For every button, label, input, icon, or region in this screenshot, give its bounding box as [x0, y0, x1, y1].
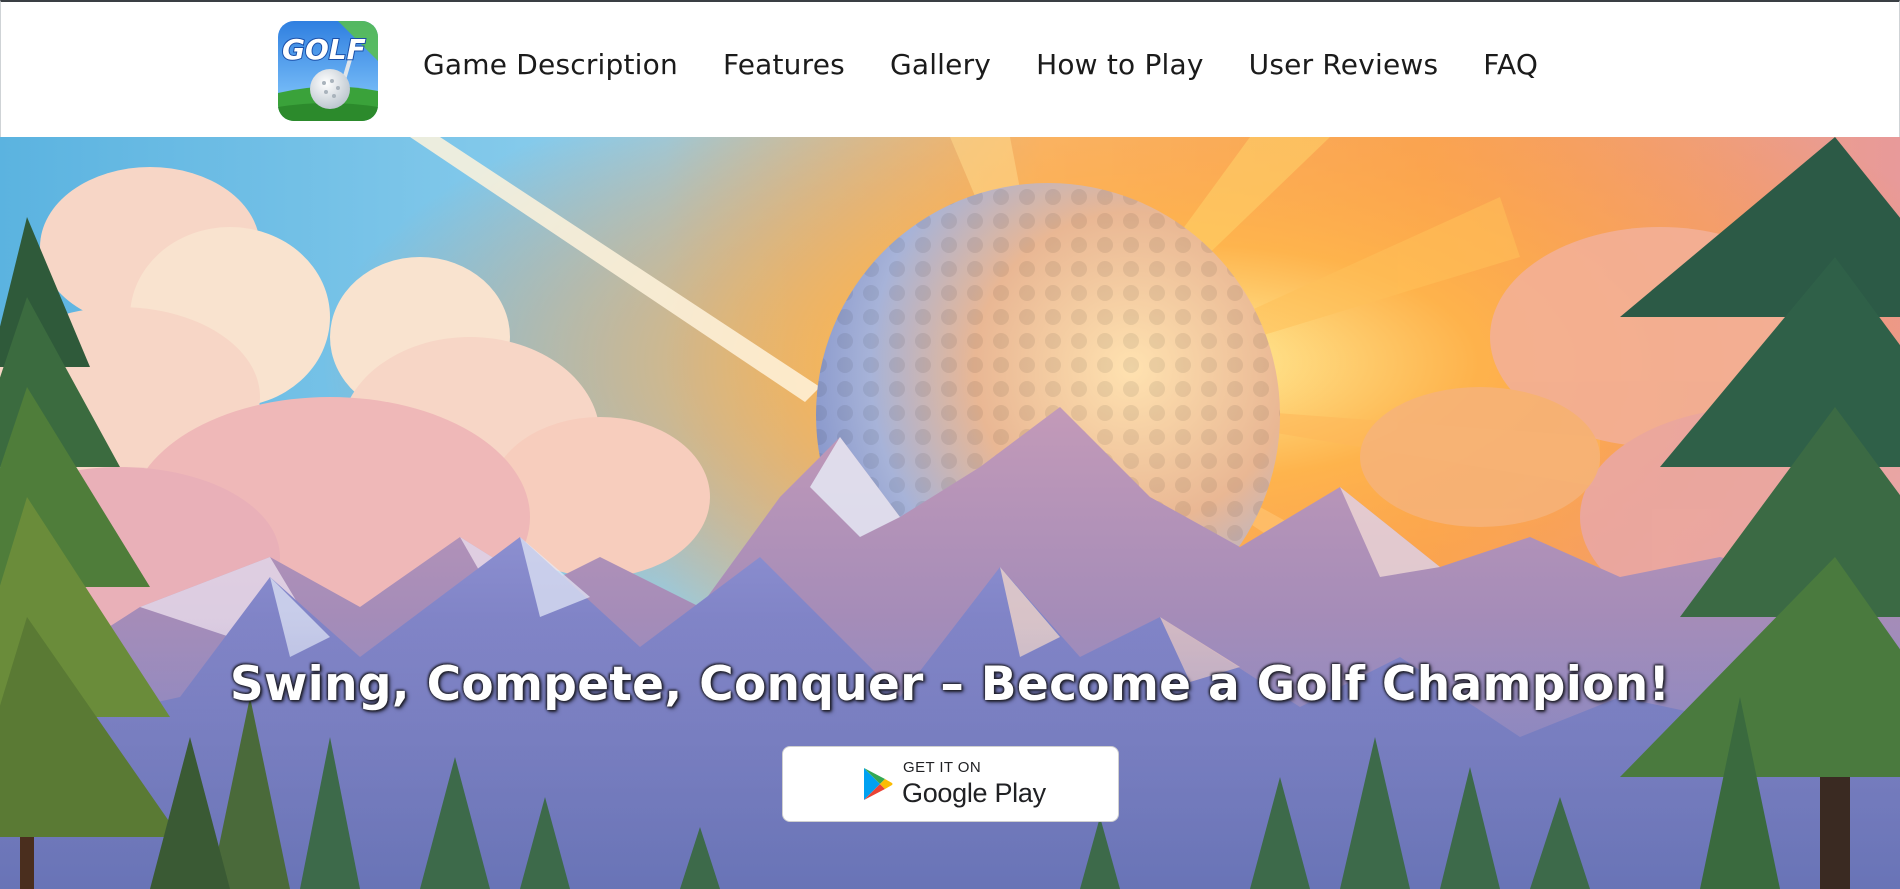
- nav-link-how-to-play[interactable]: How to Play: [1036, 48, 1204, 81]
- nav-link-game-description[interactable]: Game Description: [423, 48, 678, 81]
- golf-app-logo-icon[interactable]: GOLF: [278, 21, 378, 121]
- nav-link-faq[interactable]: FAQ: [1483, 48, 1538, 81]
- svg-text:GOLF: GOLF: [282, 33, 366, 66]
- nav-link-gallery[interactable]: Gallery: [890, 48, 991, 81]
- hero-headline: Swing, Compete, Conquer – Become a Golf …: [229, 657, 1671, 712]
- site-header: GOLF Game Description Features Gallery H…: [0, 0, 1900, 137]
- google-play-icon: [864, 768, 893, 800]
- google-play-button[interactable]: GET IT ON Google Play: [782, 746, 1119, 822]
- main-nav: Game Description Features Gallery How to…: [423, 48, 1538, 81]
- hero-banner: Swing, Compete, Conquer – Become a Golf …: [0, 137, 1900, 889]
- badge-store-name: Google Play: [902, 778, 1046, 808]
- badge-small-text: GET IT ON: [903, 759, 982, 776]
- nav-link-user-reviews[interactable]: User Reviews: [1249, 48, 1439, 81]
- nav-link-features[interactable]: Features: [723, 48, 845, 81]
